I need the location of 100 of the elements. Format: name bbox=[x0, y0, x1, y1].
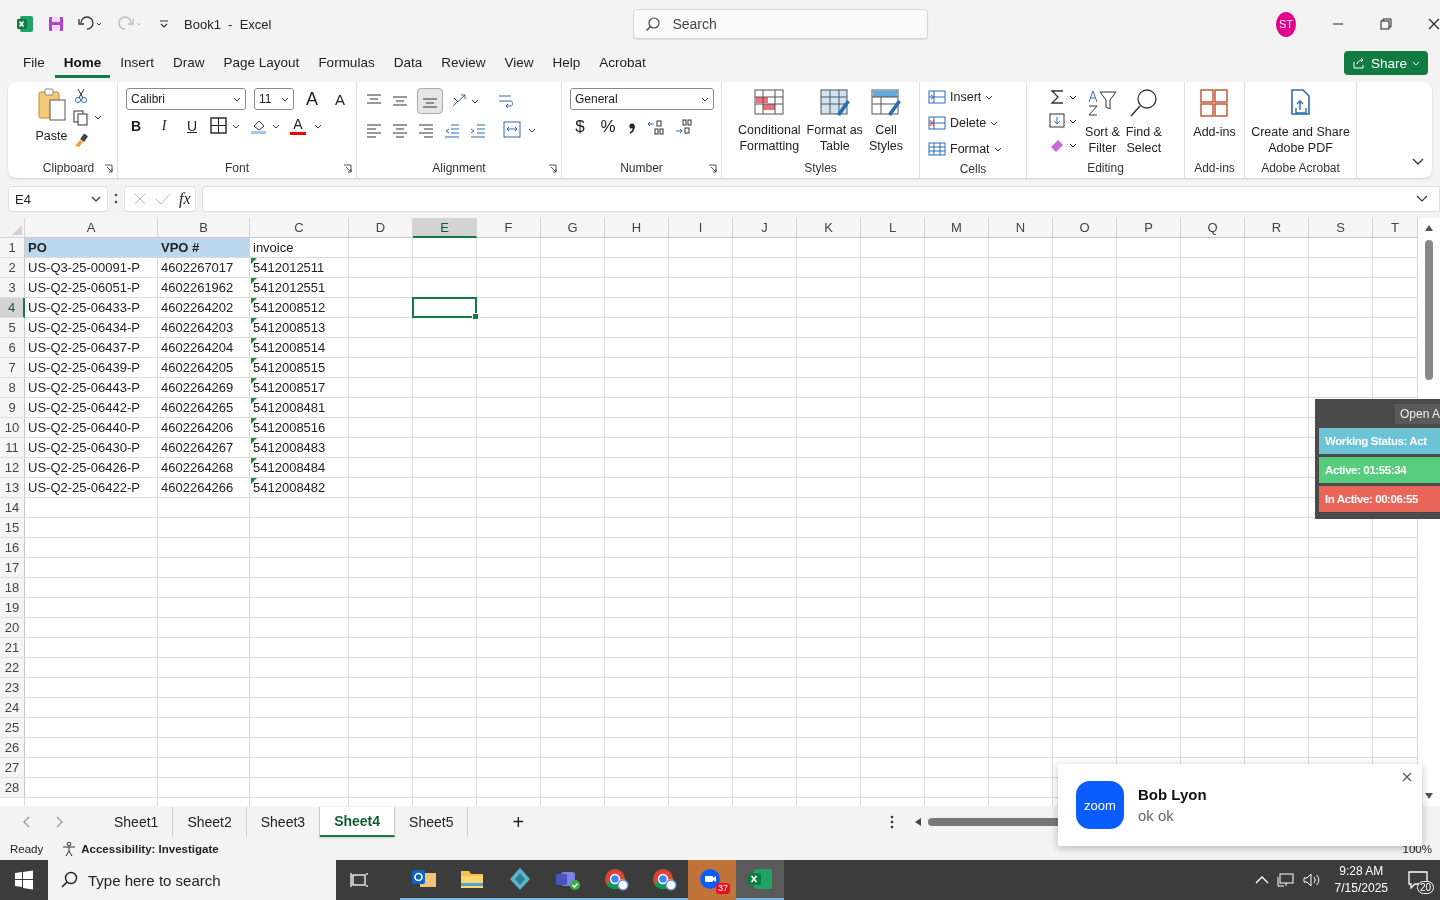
row-header[interactable]: 12 bbox=[0, 458, 25, 478]
row-header[interactable]: 17 bbox=[0, 558, 25, 578]
merge-cells-icon[interactable] bbox=[503, 121, 537, 139]
column-header[interactable]: C bbox=[250, 218, 349, 238]
formula-input[interactable] bbox=[202, 186, 1440, 212]
menu-tab[interactable]: File bbox=[14, 48, 54, 78]
column-header[interactable]: F bbox=[477, 218, 541, 238]
row-header[interactable]: 1 bbox=[0, 238, 25, 258]
row-header[interactable]: 4 bbox=[0, 298, 25, 318]
number-format-button[interactable]: $ bbox=[570, 117, 590, 137]
column-header[interactable]: S bbox=[1309, 218, 1373, 238]
decrease-decimal-icon[interactable] bbox=[674, 118, 694, 136]
row-header[interactable]: 19 bbox=[0, 598, 25, 618]
user-avatar[interactable]: ST bbox=[1275, 11, 1296, 37]
row-header[interactable]: 14 bbox=[0, 498, 25, 518]
column-header[interactable]: J bbox=[733, 218, 797, 238]
row-header[interactable]: 16 bbox=[0, 538, 25, 558]
sheet-tab[interactable]: Sheet5 bbox=[395, 807, 469, 837]
menu-tab[interactable]: Review bbox=[432, 48, 495, 78]
decrease-font-button[interactable]: A bbox=[330, 90, 350, 108]
chevron-up-icon[interactable] bbox=[1254, 875, 1269, 885]
menu-tab[interactable]: Draw bbox=[164, 48, 214, 78]
network-icon[interactable] bbox=[1276, 872, 1295, 888]
volume-icon[interactable] bbox=[1302, 872, 1321, 888]
sheet-tab[interactable]: Sheet4 bbox=[320, 807, 396, 837]
menu-tab[interactable]: Formulas bbox=[309, 48, 384, 78]
scroll-up-icon[interactable] bbox=[1424, 224, 1434, 232]
styles-button[interactable]: Conditional Formatting bbox=[738, 86, 801, 154]
column-header[interactable]: K bbox=[797, 218, 861, 238]
sheet-tab[interactable]: Sheet2 bbox=[173, 807, 247, 837]
more-icon[interactable] bbox=[890, 815, 895, 829]
align-center-icon[interactable] bbox=[391, 121, 409, 139]
close-icon[interactable] bbox=[1428, 18, 1440, 30]
share-button[interactable]: Share bbox=[1343, 51, 1428, 75]
align-left-icon[interactable] bbox=[365, 121, 383, 139]
column-header[interactable]: T bbox=[1373, 218, 1418, 238]
scroll-down-icon[interactable] bbox=[1424, 792, 1434, 800]
column-header[interactable]: B bbox=[158, 218, 250, 238]
row-header[interactable]: 10 bbox=[0, 418, 25, 438]
column-header[interactable]: Q bbox=[1181, 218, 1245, 238]
editing-button[interactable]: Sort & Filter bbox=[1085, 86, 1120, 156]
row-header[interactable]: 15 bbox=[0, 518, 25, 538]
row-header[interactable]: 23 bbox=[0, 678, 25, 698]
menu-tab[interactable]: Page Layout bbox=[214, 48, 309, 78]
undo-icon[interactable] bbox=[78, 16, 104, 32]
font-size-dropdown[interactable]: 11 bbox=[254, 88, 294, 110]
column-header[interactable]: O bbox=[1053, 218, 1117, 238]
menu-tab[interactable]: View bbox=[495, 48, 543, 78]
column-header[interactable]: L bbox=[861, 218, 925, 238]
row-header[interactable]: 13 bbox=[0, 478, 25, 498]
accessibility-status[interactable]: Accessibility: Investigate bbox=[81, 843, 219, 855]
scrollbar-thumb[interactable] bbox=[1425, 240, 1433, 380]
editing-button[interactable]: Find & Select bbox=[1125, 86, 1162, 156]
dialog-launcher-icon[interactable] bbox=[343, 164, 352, 173]
clock-time[interactable]: 9:28 AM bbox=[1339, 863, 1384, 880]
column-header[interactable]: I bbox=[669, 218, 733, 238]
align-right-icon[interactable] bbox=[417, 121, 435, 139]
row-header[interactable]: 6 bbox=[0, 338, 25, 358]
row-header[interactable]: 7 bbox=[0, 358, 25, 378]
menu-tab[interactable]: Acrobat bbox=[590, 48, 655, 78]
create-pdf-button[interactable]: Create and Share Adobe PDF bbox=[1251, 86, 1350, 156]
close-icon[interactable] bbox=[1402, 772, 1412, 782]
row-header[interactable]: 28 bbox=[0, 778, 25, 798]
name-box[interactable]: E4 bbox=[8, 186, 108, 212]
column-header[interactable]: M bbox=[925, 218, 989, 238]
font-style-button[interactable]: I bbox=[154, 118, 174, 134]
font-family-dropdown[interactable]: Calibri bbox=[126, 88, 246, 110]
active-cell[interactable] bbox=[412, 297, 477, 318]
menu-tab[interactable]: Help bbox=[543, 48, 590, 78]
save-icon[interactable] bbox=[48, 16, 64, 32]
increase-font-button[interactable]: A bbox=[302, 88, 322, 110]
insert-function-button[interactable]: fx bbox=[179, 190, 191, 208]
open-button[interactable]: Open A bbox=[1394, 404, 1440, 424]
restore-icon[interactable] bbox=[1380, 18, 1392, 30]
search-field[interactable]: Search bbox=[633, 9, 928, 39]
font-color-button[interactable]: A bbox=[290, 117, 306, 135]
column-header[interactable]: R bbox=[1245, 218, 1309, 238]
cells-button[interactable]: Delete bbox=[928, 112, 999, 134]
accessibility-icon[interactable] bbox=[61, 841, 78, 857]
styles-button[interactable]: Cell Styles bbox=[868, 86, 903, 154]
cells-button[interactable]: Format bbox=[928, 138, 1002, 160]
column-header[interactable]: G bbox=[541, 218, 605, 238]
dialog-launcher-icon[interactable] bbox=[548, 164, 557, 173]
expand-icon[interactable] bbox=[1416, 195, 1428, 203]
column-header[interactable]: A bbox=[25, 218, 158, 238]
copy-icon[interactable] bbox=[73, 110, 102, 126]
menu-tab[interactable]: Insert bbox=[111, 48, 164, 78]
dialog-launcher-icon[interactable] bbox=[104, 164, 113, 173]
task-view-icon[interactable] bbox=[350, 871, 370, 889]
row-header[interactable]: 5 bbox=[0, 318, 25, 338]
dialog-launcher-icon[interactable] bbox=[708, 164, 717, 173]
sheet-tab[interactable]: Sheet1 bbox=[100, 807, 174, 837]
clock-date[interactable]: 7/15/2025 bbox=[1334, 880, 1388, 897]
increase-decimal-icon[interactable] bbox=[646, 118, 666, 136]
add-ins-button[interactable]: Add-ins bbox=[1193, 86, 1236, 140]
customize-icon[interactable] bbox=[158, 18, 170, 30]
number-format-button[interactable]: % bbox=[598, 117, 618, 137]
row-header[interactable]: 9 bbox=[0, 398, 25, 418]
row-header[interactable]: 22 bbox=[0, 658, 25, 678]
column-header[interactable]: N bbox=[989, 218, 1053, 238]
